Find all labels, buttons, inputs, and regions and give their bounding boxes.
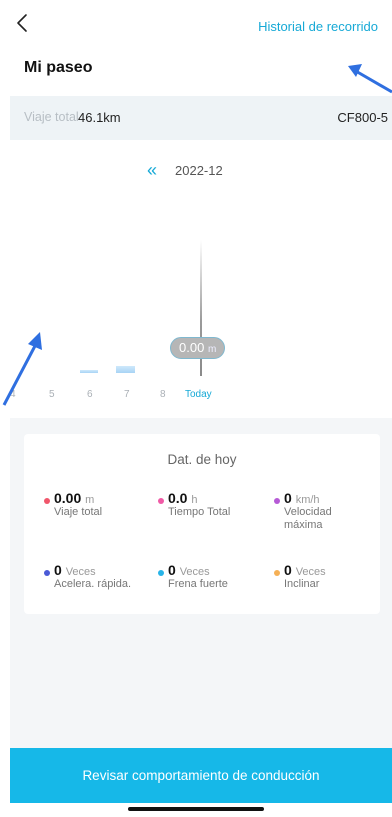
device-name: CF800-5 [337,110,388,125]
bubble-value: 0.00 [179,340,205,355]
stat-value: 0 Veces [284,562,326,578]
stat-dot [158,570,164,576]
x-label-8: 8 [160,389,166,400]
stat-value: 0 km/h [284,490,320,506]
stat-value: 0.0 h [168,490,198,506]
x-label-6: 6 [87,389,93,400]
month-label: 2022-12 [175,163,223,178]
stat-label: Acelera. rápida. [54,578,132,590]
card-title: Dat. de hoy [167,452,237,467]
total-trip-label: Viaje total [24,110,79,124]
stat-dot [44,498,50,504]
stat-label: Viaje total [54,506,103,518]
stat-dot [44,570,50,576]
stat-dot [274,498,280,504]
stat-dot [158,498,164,504]
home-indicator [128,807,264,811]
month-selector: « 2022-12 [0,160,392,184]
x-label-7: 7 [124,389,130,400]
trip-history-link[interactable]: Historial de recorrido [258,19,378,34]
stat-label: Velocidad máxima [284,506,332,531]
x-label-4: 4 [10,389,16,400]
app-screen: Historial de recorrido Mi paseo Viaje to… [0,0,392,817]
bubble-unit: m [207,344,217,355]
arrow-icon [348,64,392,94]
chevron-left-icon [17,14,27,32]
chart-bar [116,366,135,373]
daily-distance-chart[interactable]: 0.00 m 4 5 6 7 8 Today [0,200,392,410]
value-bubble: 0.00 m [170,337,226,359]
page-title: Mi paseo [24,59,93,76]
today-data-card: Dat. de hoy 0.00 m Viaje total 0.0 h Tie… [24,434,380,614]
x-label-5: 5 [49,389,55,400]
stat-value: 0 Veces [54,562,96,578]
chart-bar [80,370,98,373]
back-button[interactable] [12,10,36,38]
stat-label: Inclinar [284,578,320,590]
stat-label: Frena fuerte [168,578,228,590]
top-bar: Historial de recorrido [0,0,392,48]
total-trip-value: 46.1km [78,110,121,125]
x-label-today[interactable]: Today [185,389,212,400]
stat-dot [274,570,280,576]
stat-label: Tiempo Total [168,506,231,518]
review-driving-behavior-button[interactable]: Revisar comportamiento de conducción [10,748,392,803]
previous-month-button[interactable]: « [147,160,157,180]
stat-value: 0 Veces [168,562,210,578]
trip-summary-bar: Viaje total 46.1km CF800-5 [10,96,392,140]
stat-value: 0.00 m [54,490,95,506]
